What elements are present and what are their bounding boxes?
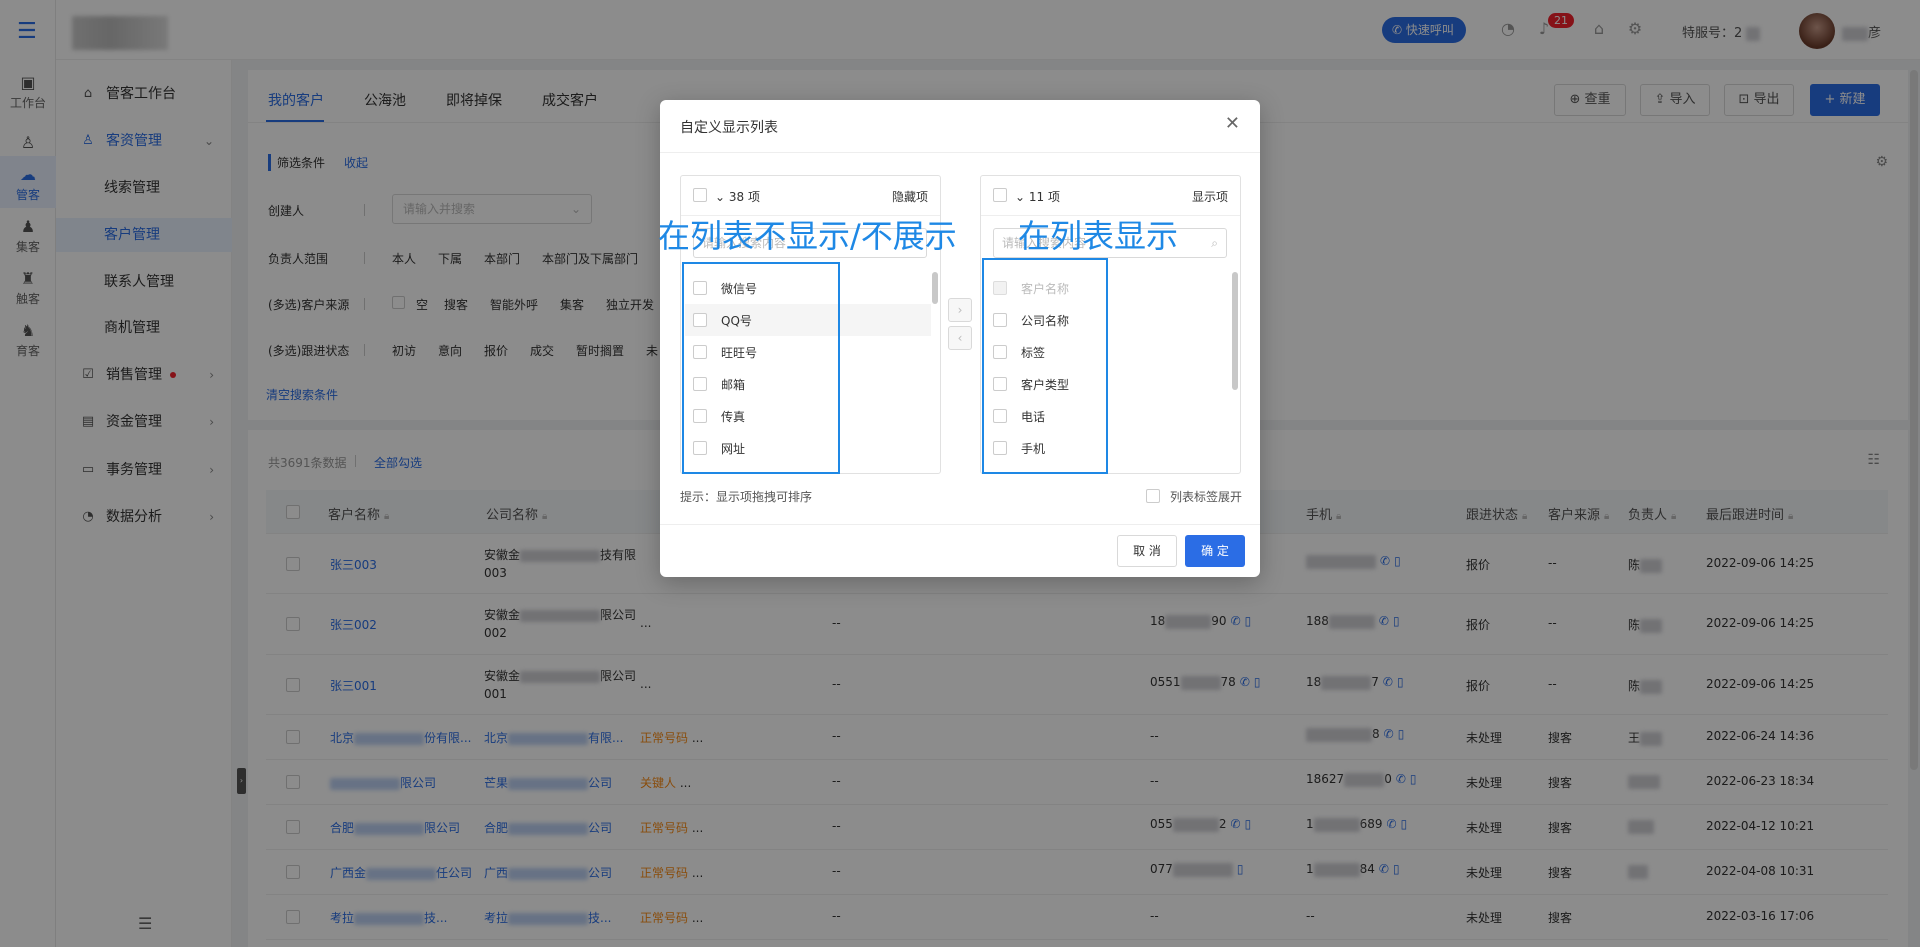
hidden-list-scrollbar[interactable] — [932, 272, 938, 304]
shown-panel-header: ⌄ 11 项 显示项 — [981, 176, 1240, 216]
move-right-button[interactable]: › — [948, 298, 972, 322]
hidden-count[interactable]: ⌄ 38 项 — [715, 188, 760, 205]
dialog-title: 自定义显示列表 — [680, 120, 778, 136]
hidden-panel-header: ⌄ 38 项 隐藏项 — [681, 176, 940, 216]
annotation-box-shown — [982, 258, 1108, 474]
drag-sort-tip: 提示：显示项拖拽可排序 — [680, 490, 813, 504]
shown-select-all-checkbox[interactable] — [993, 188, 1007, 202]
shown-count[interactable]: ⌄ 11 项 — [1015, 188, 1060, 205]
move-left-button[interactable]: ‹ — [948, 326, 972, 350]
close-icon[interactable]: ✕ — [1225, 113, 1240, 134]
shown-panel-title: 显示项 — [1191, 190, 1228, 204]
expand-tags-label[interactable]: 列表标签展开 — [1170, 488, 1242, 505]
expand-tags-checkbox[interactable] — [1146, 489, 1160, 503]
shown-list-scrollbar[interactable] — [1232, 272, 1238, 390]
chevron-down-icon: ⌄ — [1015, 190, 1029, 204]
chevron-down-icon: ⌄ — [715, 190, 729, 204]
confirm-button[interactable]: 确 定 — [1185, 535, 1245, 567]
hidden-select-all-checkbox[interactable] — [693, 188, 707, 202]
cancel-button[interactable]: 取 消 — [1117, 535, 1177, 567]
search-icon: ⌕ — [1211, 236, 1218, 250]
annotation-box-hidden — [682, 262, 840, 474]
hidden-panel-title: 隐藏项 — [891, 190, 928, 204]
annotation-text-hidden: 在列表不显示/不展示 — [658, 217, 957, 255]
annotation-text-shown: 在列表显示 — [1018, 217, 1179, 255]
